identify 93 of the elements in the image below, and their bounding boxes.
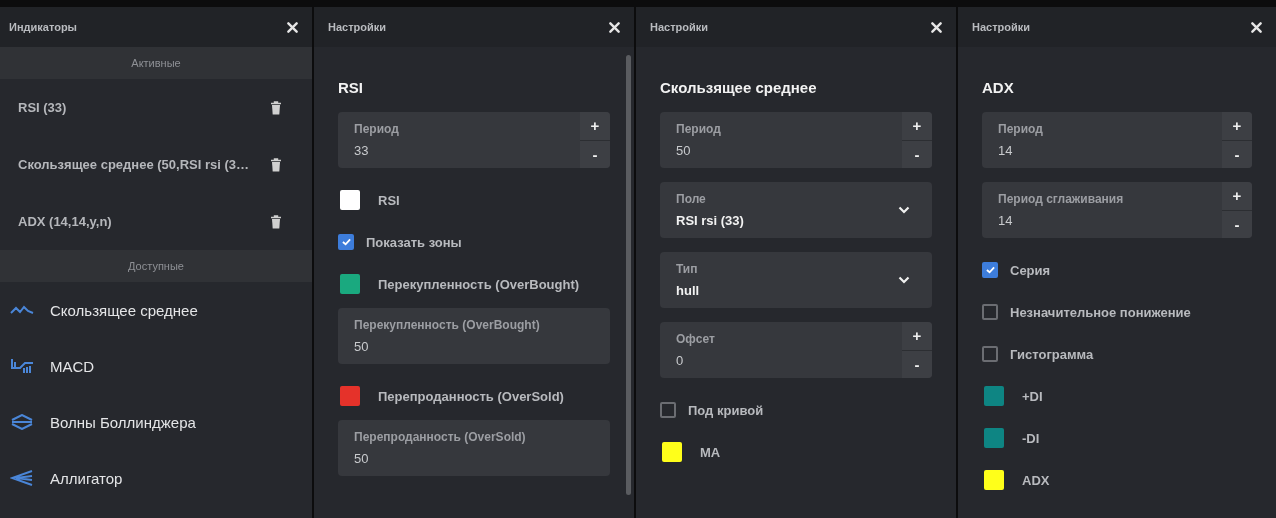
active-indicator[interactable]: ADX (14,14,y,n)	[18, 214, 112, 229]
available-indicator[interactable]: MACD	[50, 357, 95, 375]
number-field[interactable]: Период 14 + -	[982, 112, 1252, 168]
checkbox-label: Незначительное понижение	[1010, 304, 1191, 320]
number-field[interactable]: Период 33 + -	[338, 112, 610, 168]
available-indicator[interactable]: Волны Боллинджера	[50, 413, 196, 431]
color-label: -DI	[1022, 430, 1040, 446]
select-field[interactable]: Тип hull	[660, 252, 932, 308]
number-field[interactable]: Период сглаживания 14 + -	[982, 182, 1252, 238]
color-swatch[interactable]	[984, 428, 1004, 448]
settings-heading: RSI	[338, 78, 364, 98]
color-label: RSI	[378, 192, 400, 208]
close-icon[interactable]	[1251, 21, 1262, 33]
wave-icon	[10, 304, 34, 316]
color-swatch[interactable]	[340, 190, 360, 210]
check-icon	[985, 266, 995, 274]
field-value: 50	[354, 451, 370, 466]
color-label: MA	[700, 444, 721, 460]
field-value: hull	[676, 283, 701, 298]
number-field[interactable]: Перекупленность (OverBought) 50	[338, 308, 610, 364]
close-icon[interactable]	[931, 21, 942, 33]
jaws-icon	[10, 470, 34, 486]
panel-title: Настройки	[650, 21, 709, 33]
decrement-button[interactable]: -	[902, 350, 932, 378]
section-header: Активные	[0, 47, 312, 79]
decrement-button[interactable]: -	[580, 140, 610, 168]
field-label: Поле	[676, 192, 707, 206]
available-indicator[interactable]: Аллигатор	[50, 469, 123, 487]
increment-button[interactable]: +	[1222, 112, 1252, 141]
checkbox[interactable]	[982, 346, 998, 362]
color-swatch[interactable]	[340, 386, 360, 406]
field-label: Период	[354, 122, 400, 136]
active-indicator[interactable]: Скользящее среднее (50,RSI rsi (3…	[18, 157, 249, 172]
decrement-button[interactable]: -	[1222, 210, 1252, 238]
increment-button[interactable]: +	[1222, 182, 1252, 211]
field-value: 14	[998, 143, 1014, 158]
section-header: Доступные	[0, 250, 312, 282]
field-value: RSI rsi (33)	[676, 213, 745, 228]
trash-icon[interactable]	[270, 157, 282, 172]
close-icon[interactable]	[287, 21, 298, 33]
bar-chart-icon	[10, 358, 34, 374]
panel-title: Настройки	[972, 21, 1031, 33]
chevron-down-icon	[898, 276, 910, 284]
panel-title: Индикаторы	[9, 21, 77, 33]
field-label: Период	[676, 122, 722, 136]
color-label: +DI	[1022, 388, 1043, 404]
increment-button[interactable]: +	[902, 112, 932, 141]
available-indicator[interactable]: Скользящее среднее	[50, 301, 198, 319]
checkbox-label: Показать зоны	[366, 234, 462, 250]
field-label: Перекупленность (OverBought)	[354, 318, 541, 332]
field-value: 50	[676, 143, 692, 158]
field-value: 50	[354, 339, 370, 354]
number-field[interactable]: Офсет 0 + -	[660, 322, 932, 378]
checkbox-label: Под кривой	[688, 402, 764, 418]
field-label: Период сглаживания	[998, 192, 1125, 206]
decrement-button[interactable]: -	[902, 140, 932, 168]
settings-heading: Скользящее среднее	[660, 78, 818, 98]
settings-heading: ADX	[982, 78, 1015, 98]
field-label: Офсет	[676, 332, 716, 346]
bands-icon	[10, 414, 34, 430]
panel-title: Настройки	[328, 21, 387, 33]
increment-button[interactable]: +	[902, 322, 932, 351]
field-label: Тип	[676, 262, 699, 276]
chevron-down-icon	[898, 206, 910, 214]
scrollbar[interactable]	[626, 55, 631, 495]
checkbox-label: Гистограмма	[1010, 346, 1094, 362]
select-field[interactable]: Поле RSI rsi (33)	[660, 182, 932, 238]
color-swatch[interactable]	[984, 470, 1004, 490]
number-field[interactable]: Перепроданность (OverSold) 50	[338, 420, 610, 476]
active-indicator[interactable]: RSI (33)	[18, 100, 67, 115]
increment-button[interactable]: +	[580, 112, 610, 141]
color-swatch[interactable]	[340, 274, 360, 294]
checkbox[interactable]	[982, 304, 998, 320]
field-value: 14	[998, 213, 1014, 228]
field-label: Перепроданность (OverSold)	[354, 430, 527, 444]
trash-icon[interactable]	[270, 214, 282, 229]
field-label: Период	[998, 122, 1044, 136]
close-icon[interactable]	[609, 21, 620, 33]
checkbox-label: Серия	[1010, 262, 1051, 278]
number-field[interactable]: Период 50 + -	[660, 112, 932, 168]
color-swatch[interactable]	[662, 442, 682, 462]
field-value: 33	[354, 143, 370, 158]
color-swatch[interactable]	[984, 386, 1004, 406]
field-value: 0	[676, 353, 685, 368]
trash-icon[interactable]	[270, 100, 282, 115]
color-label: ADX	[1022, 472, 1050, 488]
checkbox[interactable]	[660, 402, 676, 418]
check-icon	[341, 238, 351, 246]
checkbox[interactable]	[982, 262, 998, 278]
color-label: Перепроданность (OverSold)	[378, 388, 564, 404]
color-label: Перекупленность (OverBought)	[378, 276, 580, 292]
decrement-button[interactable]: -	[1222, 140, 1252, 168]
checkbox[interactable]	[338, 234, 354, 250]
